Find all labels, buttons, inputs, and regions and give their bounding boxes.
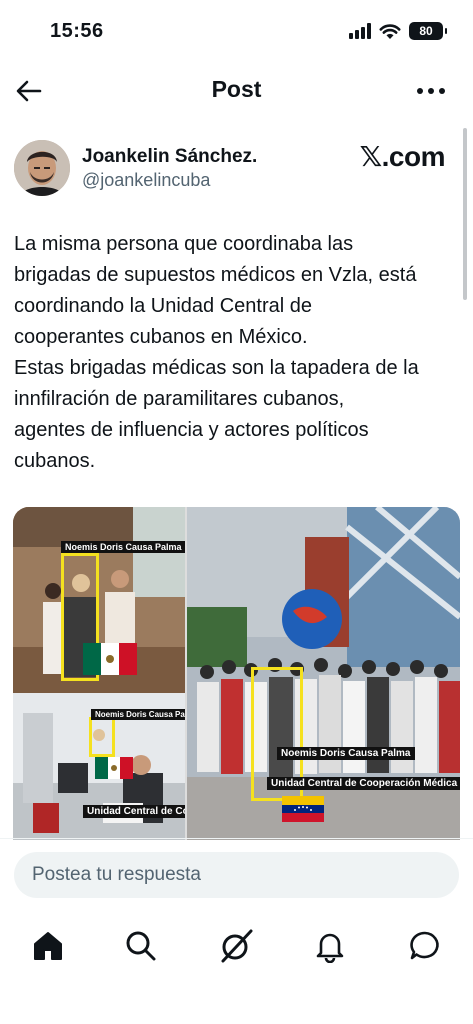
name-label: Noemis Doris Causa Palma xyxy=(61,541,185,553)
avatar-photo xyxy=(14,140,70,196)
mexico-flag-icon xyxy=(95,757,133,779)
unit-label: Unidad Central de Cooperación Médica xyxy=(267,777,460,790)
post-text-line: agentes de influencia y actores político… xyxy=(14,419,369,441)
chat-bubble-icon xyxy=(410,931,439,960)
tab-messages[interactable] xyxy=(405,926,445,966)
post-text-line: La misma persona que coordinaba las xyxy=(14,233,354,255)
highlight-box xyxy=(89,717,115,757)
tab-home[interactable] xyxy=(28,926,68,966)
author-handle[interactable]: @joankelincuba xyxy=(82,170,210,191)
reply-input[interactable] xyxy=(14,852,459,898)
page-title: Post xyxy=(211,76,262,102)
mexico-flag-icon xyxy=(83,643,137,675)
search-icon xyxy=(126,931,156,961)
bell-icon xyxy=(316,933,344,963)
more-dots-icon xyxy=(417,88,445,94)
photo-office-meeting: Noemis Doris Causa Palma xyxy=(13,507,185,693)
bottom-tab-bar xyxy=(0,920,473,976)
more-options-button[interactable] xyxy=(415,78,447,104)
photo-group-art xyxy=(187,507,460,840)
post-text-line: innfilración de paramilitares cubanos, xyxy=(14,388,345,410)
unit-label: Unidad Central de Cooperación Médica xyxy=(83,805,185,818)
top-nav: Post xyxy=(0,68,473,114)
post-media-image[interactable]: Noemis Doris Causa Palma Noemis Doris Ca… xyxy=(13,507,460,840)
author-name[interactable]: Joankelin Sánchez. xyxy=(82,146,257,168)
venezuela-flag-icon xyxy=(282,796,324,822)
divider xyxy=(0,838,473,839)
post-text-line: brigadas de supuestos médicos en Vzla, e… xyxy=(14,264,417,286)
tab-grok[interactable] xyxy=(216,926,256,966)
scrollbar[interactable] xyxy=(463,128,467,300)
status-time: 15:56 xyxy=(50,20,104,42)
grok-icon xyxy=(221,929,253,963)
wifi-icon xyxy=(379,23,401,39)
tab-search[interactable] xyxy=(121,926,161,966)
post-text-line: cubanos. xyxy=(14,450,96,472)
post-text-line: coordinando la Unidad Central de xyxy=(14,295,312,317)
status-icons: 80 xyxy=(349,22,447,40)
cellular-signal-icon xyxy=(349,23,371,39)
name-label: Noemis Doris Causa Palma xyxy=(91,709,185,720)
name-label: Noemis Doris Causa Palma xyxy=(277,747,415,760)
avatar[interactable] xyxy=(14,140,70,196)
tab-notifications[interactable] xyxy=(310,926,350,966)
post-text: La misma persona que coordinaba las brig… xyxy=(14,229,464,477)
battery-icon: 80 xyxy=(409,22,447,40)
post-text-line: Estas brigadas médicas son la tapadera d… xyxy=(14,357,419,379)
home-icon xyxy=(34,932,62,960)
photo-office-desks: Noemis Doris Causa Palma Unidad Central … xyxy=(13,693,185,840)
photo-group: Noemis Doris Causa Palma Unidad Central … xyxy=(187,507,460,840)
post-text-line: cooperantes cubanos en México. xyxy=(14,326,308,348)
brand-watermark: 𝕏.com xyxy=(359,141,446,172)
status-bar: 15:56 80 xyxy=(0,0,473,62)
